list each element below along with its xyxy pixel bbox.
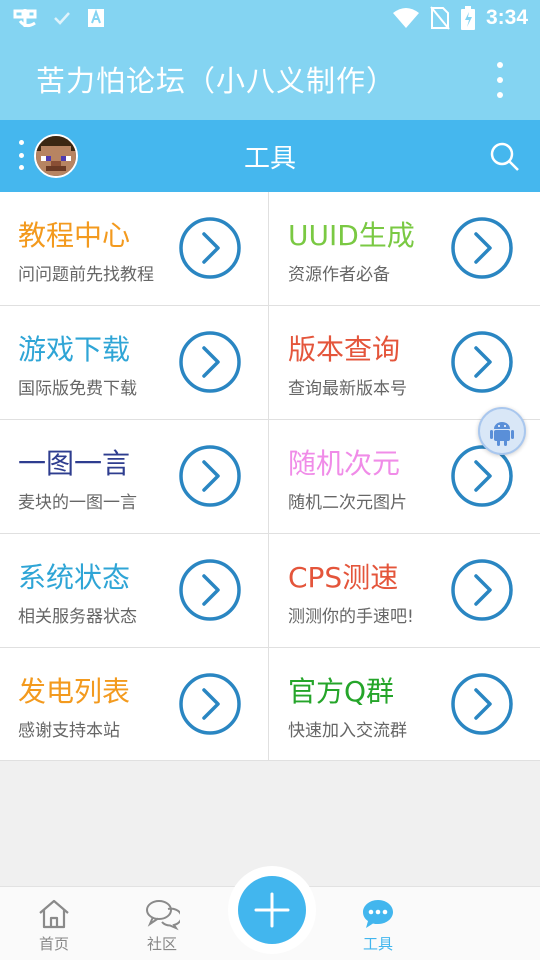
tool-title: 游戏下载	[18, 333, 131, 366]
check-icon	[54, 12, 70, 25]
tool-subtitle: 国际版免费下载	[18, 379, 137, 399]
tool-subtitle: 麦块的一图一言	[18, 493, 137, 513]
floating-assistant-button[interactable]	[478, 407, 526, 455]
tool-title: 随机次元	[288, 447, 401, 480]
tool-subtitle: 资源作者必备	[288, 265, 390, 285]
search-button[interactable]	[488, 140, 522, 174]
chevron-right-circle-icon[interactable]	[450, 558, 514, 622]
tool-title: 系统状态	[18, 561, 131, 594]
chat-dots-icon	[363, 900, 393, 928]
chevron-right-circle-icon[interactable]	[450, 330, 514, 394]
add-post-button[interactable]	[238, 876, 306, 944]
tool-title: 一图一言	[18, 447, 131, 480]
tool-subtitle: 问问题前先找教程	[18, 265, 154, 285]
tool-official-qq-group[interactable]: 官方Q群 快速加入交流群	[270, 648, 539, 761]
grid-divider	[0, 647, 540, 648]
text-icon	[88, 9, 104, 27]
more-options-icon	[497, 62, 503, 68]
chevron-right-circle-icon[interactable]	[178, 444, 242, 508]
chevron-right-circle-icon[interactable]	[178, 672, 242, 736]
clock: 3:34	[485, 6, 528, 29]
chevron-right-circle-icon[interactable]	[178, 330, 242, 394]
chevron-right-circle-icon[interactable]	[178, 216, 242, 280]
tool-subtitle: 快速加入交流群	[288, 721, 407, 741]
nav-community[interactable]: 社区	[108, 887, 216, 960]
nav-home-label: 首页	[38, 935, 69, 953]
tool-version-lookup[interactable]: 版本查询 查询最新版本号	[270, 306, 539, 419]
tool-title: CPS测速	[288, 561, 399, 594]
tool-subtitle: 随机二次元图片	[288, 493, 407, 513]
app-bar: 苦力怕论坛（小八义制作）	[0, 38, 540, 120]
tool-sponsor-list[interactable]: 发电列表 感谢支持本站	[0, 648, 269, 761]
tool-subtitle: 感谢支持本站	[18, 721, 120, 741]
wifi-icon	[392, 8, 419, 28]
no-sim-icon	[430, 6, 450, 30]
tool-cps-test[interactable]: CPS测速 测测你的手速吧!	[270, 534, 539, 647]
tool-title: 教程中心	[18, 219, 131, 252]
tool-picture-quote[interactable]: 一图一言 麦块的一图一言	[0, 420, 269, 533]
search-icon	[490, 142, 519, 171]
tool-title: UUID生成	[288, 219, 415, 252]
grid-divider	[0, 533, 540, 534]
home-icon	[39, 899, 69, 929]
grid-divider	[0, 305, 540, 306]
android-icon	[490, 422, 514, 446]
more-options-button[interactable]	[490, 62, 510, 98]
grid-divider	[0, 419, 540, 420]
app-title: 苦力怕论坛（小八义制作）	[36, 64, 397, 98]
tool-system-status[interactable]: 系统状态 相关服务器状态	[0, 534, 269, 647]
chevron-right-circle-icon[interactable]	[450, 672, 514, 736]
app-notification-icon	[13, 9, 37, 28]
tool-title: 官方Q群	[288, 675, 395, 708]
grid-divider	[0, 760, 540, 761]
chevron-right-circle-icon[interactable]	[178, 558, 242, 622]
page-title: 工具	[243, 144, 296, 174]
tool-title: 发电列表	[18, 675, 131, 708]
nav-tools[interactable]: 工具	[324, 887, 432, 960]
tool-subtitle: 测测你的手速吧!	[288, 607, 414, 627]
tool-title: 版本查询	[288, 333, 401, 366]
grid-divider	[268, 192, 269, 760]
nav-tools-label: 工具	[362, 935, 393, 953]
nav-home[interactable]: 首页	[0, 887, 108, 960]
plus-icon	[254, 892, 290, 928]
tool-subtitle: 相关服务器状态	[18, 607, 137, 627]
tool-subtitle: 查询最新版本号	[288, 379, 407, 399]
battery-charging-icon	[460, 6, 475, 30]
chat-bubbles-icon	[146, 900, 180, 931]
tool-game-download[interactable]: 游戏下载 国际版免费下载	[0, 306, 269, 419]
chevron-right-circle-icon[interactable]	[450, 216, 514, 280]
nav-community-label: 社区	[146, 935, 177, 953]
tool-tutorial-center[interactable]: 教程中心 问问题前先找教程	[0, 192, 269, 305]
tool-bar: 工具	[0, 120, 540, 192]
status-bar: 3:34	[0, 0, 540, 38]
tool-uuid-generator[interactable]: UUID生成 资源作者必备	[270, 192, 539, 305]
